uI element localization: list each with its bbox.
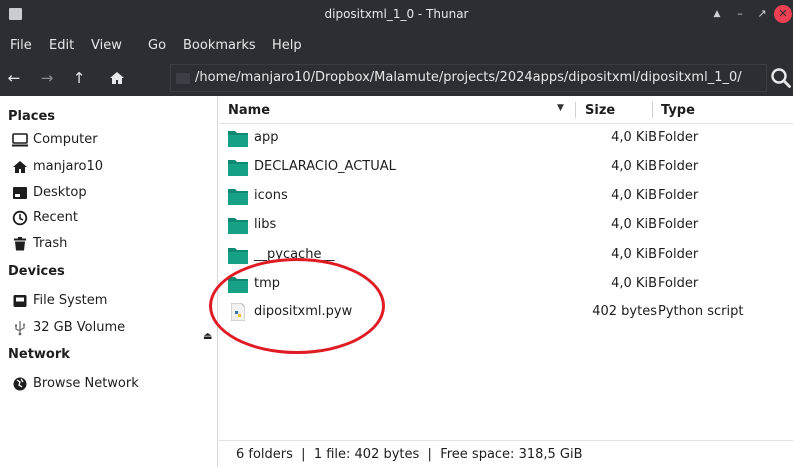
sidebar-item-label: Trash bbox=[33, 236, 68, 251]
file-name: app bbox=[254, 130, 279, 145]
python-file-icon bbox=[230, 302, 246, 322]
folder-icon bbox=[228, 247, 248, 264]
sidebar-item-label: Desktop bbox=[33, 185, 87, 200]
column-header-type[interactable]: Type bbox=[661, 103, 695, 118]
sort-descending-icon[interactable]: ▼ bbox=[557, 103, 564, 113]
status-text: 6 folders | 1 file: 402 bytes | Free spa… bbox=[236, 447, 583, 462]
file-row[interactable]: DECLARACIO_ACTUAL 4,0 KiB Folder bbox=[219, 153, 793, 182]
file-row[interactable]: dipositxml.pyw 402 bytes Python script bbox=[219, 298, 793, 327]
back-arrow-icon[interactable]: ← bbox=[4, 68, 24, 88]
window-title: dipositxml_1_0 - Thunar bbox=[324, 7, 469, 21]
file-type: Folder bbox=[658, 247, 699, 262]
folder-icon bbox=[228, 130, 248, 147]
minimize-icon[interactable]: – bbox=[731, 5, 749, 23]
sidebar-item-home[interactable]: manjaro10 bbox=[12, 157, 212, 177]
file-size: 4,0 KiB bbox=[611, 159, 657, 174]
close-icon[interactable]: ✕ bbox=[774, 5, 792, 23]
file-type: Folder bbox=[658, 188, 699, 203]
eject-icon[interactable]: ⏏ bbox=[203, 331, 212, 342]
file-size: 402 bytes bbox=[592, 304, 657, 319]
menu-bookmarks[interactable]: Bookmarks bbox=[183, 38, 256, 53]
column-header-size[interactable]: Size bbox=[585, 103, 615, 118]
sidebar-item-volume[interactable]: 32 GB Volume bbox=[12, 318, 212, 338]
location-path-input[interactable]: /home/manjaro10/Dropbox/Malamute/project… bbox=[170, 64, 767, 92]
file-row[interactable]: __pycache__ 4,0 KiB Folder bbox=[219, 241, 793, 270]
file-name: DECLARACIO_ACTUAL bbox=[254, 159, 396, 174]
file-name: icons bbox=[254, 188, 288, 203]
file-row[interactable]: tmp 4,0 KiB Folder bbox=[219, 270, 793, 299]
search-icon[interactable] bbox=[770, 67, 792, 89]
places-header: Places bbox=[8, 109, 56, 124]
clock-icon bbox=[12, 210, 28, 226]
network-icon bbox=[12, 376, 28, 392]
file-row[interactable]: libs 4,0 KiB Folder bbox=[219, 211, 793, 240]
file-name: tmp bbox=[254, 276, 281, 291]
file-size: 4,0 KiB bbox=[611, 188, 657, 203]
file-size: 4,0 KiB bbox=[611, 217, 657, 232]
desktop-icon bbox=[12, 185, 28, 201]
location-toolbar: ← → ↑ /home/manjaro10/Dropbox/Malamute/p… bbox=[0, 60, 793, 96]
trash-icon bbox=[12, 236, 28, 252]
sidebar-item-trash[interactable]: Trash bbox=[12, 234, 212, 254]
computer-icon bbox=[12, 132, 28, 148]
file-type: Folder bbox=[658, 130, 699, 145]
restore-icon[interactable]: ↗ bbox=[753, 5, 771, 23]
file-row[interactable]: app 4,0 KiB Folder bbox=[219, 124, 793, 153]
column-separator[interactable] bbox=[575, 102, 576, 118]
sidebar-item-label: Computer bbox=[33, 132, 98, 147]
file-type: Folder bbox=[658, 217, 699, 232]
folder-icon bbox=[228, 159, 248, 176]
usb-icon bbox=[12, 320, 28, 336]
menu-view[interactable]: View bbox=[91, 38, 122, 53]
file-type: Folder bbox=[658, 159, 699, 174]
drive-icon bbox=[12, 293, 28, 309]
menu-file[interactable]: File bbox=[10, 38, 32, 53]
menu-go[interactable]: Go bbox=[148, 38, 166, 53]
menu-bar: File Edit View Go Bookmarks Help bbox=[0, 30, 793, 60]
sidebar-item-label: manjaro10 bbox=[33, 159, 104, 174]
sidebar-item-file-system[interactable]: File System bbox=[12, 291, 212, 311]
sidebar-item-computer[interactable]: Computer bbox=[12, 130, 212, 150]
file-size: 4,0 KiB bbox=[611, 276, 657, 291]
home-icon[interactable] bbox=[107, 68, 127, 88]
network-header: Network bbox=[8, 347, 70, 362]
sidebar-item-desktop[interactable]: Desktop bbox=[12, 183, 212, 203]
file-name: dipositxml.pyw bbox=[254, 304, 353, 319]
devices-header: Devices bbox=[8, 264, 65, 279]
folder-icon bbox=[228, 276, 248, 293]
up-arrow-icon[interactable]: ▲ bbox=[708, 5, 726, 23]
file-name: __pycache__ bbox=[254, 247, 335, 262]
file-type: Python script bbox=[658, 304, 744, 319]
forward-arrow-icon[interactable]: → bbox=[37, 68, 57, 88]
column-header-name[interactable]: Name bbox=[228, 103, 270, 118]
file-size: 4,0 KiB bbox=[611, 247, 657, 262]
file-list-view: Name ▼ Size Type app 4,0 KiB Folder DECL… bbox=[219, 96, 793, 467]
file-row[interactable]: icons 4,0 KiB Folder bbox=[219, 182, 793, 211]
folder-icon bbox=[176, 73, 190, 84]
parent-folder-icon[interactable]: ↑ bbox=[69, 68, 89, 88]
column-separator[interactable] bbox=[652, 102, 653, 118]
file-type: Folder bbox=[658, 276, 699, 291]
sidebar-item-label: File System bbox=[33, 293, 108, 308]
sidebar: Places Computer manjaro10 Desktop Recent… bbox=[0, 96, 218, 467]
sidebar-item-label: Recent bbox=[33, 210, 78, 225]
sidebar-item-label: Browse Network bbox=[33, 376, 139, 391]
sidebar-item-browse-network[interactable]: Browse Network bbox=[12, 374, 212, 394]
file-size: 4,0 KiB bbox=[611, 130, 657, 145]
file-name: libs bbox=[254, 217, 277, 232]
folder-icon bbox=[228, 188, 248, 205]
folder-icon bbox=[228, 217, 248, 234]
title-bar: dipositxml_1_0 - Thunar ▲ – ↗ ✕ bbox=[0, 0, 793, 30]
status-bar: 6 folders | 1 file: 402 bytes | Free spa… bbox=[219, 440, 793, 467]
sidebar-item-recent[interactable]: Recent bbox=[12, 208, 212, 228]
home-icon bbox=[12, 159, 28, 175]
column-header-row: Name ▼ Size Type bbox=[219, 96, 793, 124]
menu-edit[interactable]: Edit bbox=[49, 38, 74, 53]
menu-help[interactable]: Help bbox=[272, 38, 302, 53]
sidebar-item-label: 32 GB Volume bbox=[33, 320, 126, 335]
